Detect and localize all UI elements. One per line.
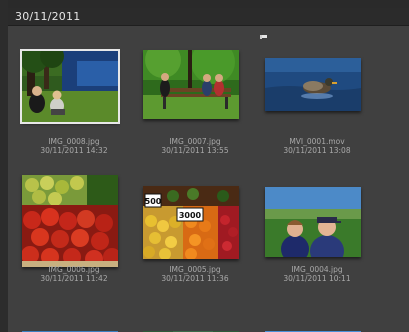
window-top-edge [0, 0, 409, 8]
thumbnail-image[interactable] [22, 175, 118, 267]
thumbnail-grid: IMG_0008.jpg 30/11/2011 14:32 IMG_0007.j… [8, 26, 409, 332]
thumbnail-item[interactable] [143, 324, 239, 332]
thumbnail-item[interactable] [22, 324, 118, 332]
thumbnail-item[interactable]: IMG_0008.jpg 30/11/2011 14:32 [14, 48, 134, 158]
thumbnail-filename: IMG_0006.jpg [48, 265, 100, 274]
thumbnail-date: 30/11/2011 14:32 [40, 146, 108, 155]
thumbnail-filename: IMG_0004.jpg [291, 265, 343, 274]
thumbnail-image[interactable] [20, 49, 120, 124]
thumbnail-filename: IMG_0007.jpg [169, 137, 221, 146]
thumbnail-image[interactable] [143, 50, 239, 119]
thumbnail-item[interactable]: IMG_0006.jpg 30/11/2011 11:42 [14, 175, 134, 286]
thumbnail-item[interactable]: IMG_0004.jpg 30/11/2011 10:11 [257, 176, 377, 286]
thumbnail-item[interactable]: MVI_0001.mov 30/11/2011 13:08 [257, 48, 377, 158]
window-left-edge [0, 0, 8, 332]
thumbnail-item[interactable]: 500 3000 IMG_0005.jpg 30/11/2011 11:36 [135, 176, 255, 286]
thumbnail-item[interactable]: IMG_0007.jpg 30/11/2011 13:55 [135, 48, 255, 158]
thumbnail-image[interactable] [265, 58, 361, 111]
thumbnail-date: 30/11/2011 13:55 [161, 146, 229, 155]
thumbnail-date: 30/11/2011 11:36 [161, 274, 229, 283]
thumbnail-filename: MVI_0001.mov [289, 137, 345, 146]
thumbnail-filename: IMG_0008.jpg [48, 137, 100, 146]
price-sign-500: 500 [145, 197, 162, 206]
flag-icon [260, 35, 267, 39]
date-group-title: 30/11/2011 [15, 10, 81, 23]
thumbnail-item[interactable] [265, 324, 361, 332]
thumbnail-date: 30/11/2011 13:08 [283, 146, 351, 155]
thumbnail-image[interactable]: 500 3000 [143, 186, 239, 259]
thumbnail-date: 30/11/2011 11:42 [40, 274, 108, 283]
thumbnail-filename: IMG_0005.jpg [169, 265, 221, 274]
price-sign-3000: 3000 [179, 211, 202, 220]
thumbnail-image[interactable] [265, 187, 361, 257]
date-group-header: 30/11/2011 [8, 8, 409, 26]
thumbnail-date: 30/11/2011 10:11 [283, 274, 351, 283]
